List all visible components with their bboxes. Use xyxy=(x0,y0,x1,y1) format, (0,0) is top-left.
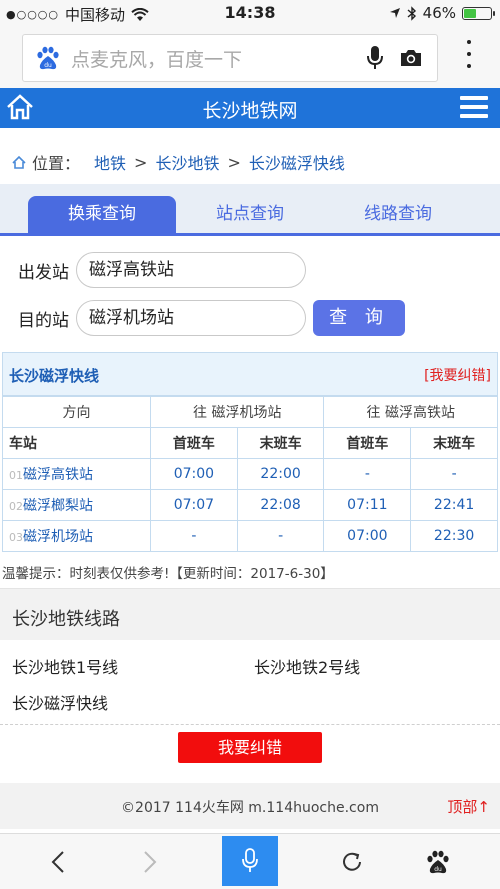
battery-fill xyxy=(464,8,476,18)
menu-icon[interactable] xyxy=(460,96,488,118)
station-cell: 02磁浮榔梨站 xyxy=(2,489,151,521)
site-header: 长沙地铁网 xyxy=(0,88,500,128)
browser-search-placeholder: 点麦克风，百度一下 xyxy=(71,48,243,71)
report-error-link[interactable]: [我要纠错] xyxy=(424,365,491,385)
station-column-label: 车站 xyxy=(2,427,151,459)
lines-section-header: 长沙地铁线路 xyxy=(0,588,500,640)
svg-text:du: du xyxy=(44,62,52,69)
breadcrumb-separator: > xyxy=(227,152,241,172)
battery-percent: 46% xyxy=(422,4,456,22)
voice-search-button[interactable] xyxy=(222,836,278,886)
time-cell: 22:30 xyxy=(410,520,498,552)
station-cell: 03磁浮机场站 xyxy=(2,520,151,552)
timetable-header: 长沙磁浮快线 [我要纠错] xyxy=(2,352,498,396)
forward-icon[interactable] xyxy=(132,844,168,880)
direction-to-airport: 往 磁浮机场站 xyxy=(149,396,325,428)
time-cell: 22:08 xyxy=(236,489,325,521)
time-cell: - xyxy=(323,458,412,490)
breadcrumb-label: 位置： xyxy=(32,154,81,173)
breadcrumb-link-subway[interactable]: 地铁 xyxy=(94,150,126,174)
direction-label: 方向 xyxy=(2,396,151,428)
copyright: ©2017 114火车网 m.114huoche.com xyxy=(121,800,379,816)
to-label: 目的站 xyxy=(18,310,69,331)
location-icon xyxy=(389,8,400,18)
back-to-top-link[interactable]: 顶部↑ xyxy=(447,796,490,817)
station-index: 02 xyxy=(9,500,23,513)
time-cell: - xyxy=(236,520,325,552)
more-options-icon[interactable] xyxy=(466,40,472,68)
query-tabs: 换乘查询 站点查询 线路查询 xyxy=(0,184,500,236)
lines-title: 长沙地铁线路 xyxy=(12,609,120,630)
from-row: 出发站 磁浮高铁站 xyxy=(18,252,306,288)
breadcrumb-link-changsha-subway[interactable]: 长沙地铁 xyxy=(155,150,219,174)
last-train-label: 末班车 xyxy=(236,427,325,459)
query-button[interactable]: 查 询 xyxy=(313,300,405,336)
last-train-label: 末班车 xyxy=(410,427,498,459)
from-station-input[interactable]: 磁浮高铁站 xyxy=(76,252,306,288)
station-link[interactable]: 磁浮高铁站 xyxy=(23,467,93,483)
table-row: 01磁浮高铁站 07:00 22:00 - - xyxy=(2,458,498,490)
station-index: 01 xyxy=(9,469,23,482)
camera-icon[interactable] xyxy=(399,48,423,68)
first-train-label: 首班车 xyxy=(323,427,412,459)
line-link-2[interactable]: 长沙地铁2号线 xyxy=(254,654,360,678)
timetable: 方向 往 磁浮机场站 往 磁浮高铁站 车站 首班车 末班车 首班车 末班车 01… xyxy=(2,396,498,552)
divider xyxy=(0,724,500,725)
battery-icon xyxy=(462,6,495,20)
column-header-row: 车站 首班车 末班车 首班车 末班车 xyxy=(2,427,498,459)
browser-search-box[interactable]: du 点麦克风，百度一下 xyxy=(22,34,438,82)
time-cell: 07:00 xyxy=(323,520,412,552)
tab-line-query[interactable]: 线路查询 xyxy=(324,196,472,234)
baidu-paw-icon[interactable]: du xyxy=(420,844,456,880)
direction-to-highspeed: 往 磁浮高铁站 xyxy=(323,396,498,428)
home-small-icon xyxy=(12,155,26,169)
time-cell: 07:07 xyxy=(150,489,238,521)
table-row: 02磁浮榔梨站 07:07 22:08 07:11 22:41 xyxy=(2,489,498,521)
microphone-icon[interactable] xyxy=(365,45,385,71)
direction-row: 方向 往 磁浮机场站 往 磁浮高铁站 xyxy=(2,396,498,428)
browser-toolbar: du xyxy=(0,833,500,889)
footer: ©2017 114火车网 m.114huoche.com 顶部↑ xyxy=(0,783,500,829)
time-cell: 22:41 xyxy=(410,489,498,521)
station-index: 03 xyxy=(9,531,23,544)
timetable-tip: 温馨提示：时刻表仅供参考!【更新时间：2017-6-30】 xyxy=(2,566,334,582)
time-cell: 07:11 xyxy=(323,489,412,521)
report-error-button[interactable]: 我要纠错 xyxy=(178,732,322,763)
tab-transfer-query[interactable]: 换乘查询 xyxy=(28,196,176,234)
bluetooth-icon xyxy=(407,5,416,21)
time-cell: 07:00 xyxy=(150,458,238,490)
table-row: 03磁浮机场站 - - 07:00 22:30 xyxy=(2,520,498,552)
back-icon[interactable] xyxy=(40,844,76,880)
breadcrumb-separator: > xyxy=(134,152,148,172)
to-row: 目的站 磁浮机场站 xyxy=(18,300,306,336)
line-link-1[interactable]: 长沙地铁1号线 xyxy=(12,654,118,678)
station-cell: 01磁浮高铁站 xyxy=(2,458,151,490)
time-cell: - xyxy=(150,520,238,552)
time-cell: - xyxy=(410,458,498,490)
browser-bar: du 点麦克风，百度一下 xyxy=(0,26,500,88)
breadcrumb: 位置： 地铁 > 长沙地铁 > 长沙磁浮快线 xyxy=(12,150,345,174)
first-train-label: 首班车 xyxy=(150,427,238,459)
station-link[interactable]: 磁浮榔梨站 xyxy=(23,498,93,514)
tab-station-query[interactable]: 站点查询 xyxy=(176,196,324,234)
status-right: 46% xyxy=(389,4,495,22)
timetable-title: 长沙磁浮快线 xyxy=(9,367,100,385)
from-label: 出发站 xyxy=(18,262,69,283)
refresh-icon[interactable] xyxy=(334,844,370,880)
svg-text:du: du xyxy=(434,866,442,873)
to-station-input[interactable]: 磁浮机场站 xyxy=(76,300,306,336)
microphone-icon xyxy=(242,848,258,872)
baidu-logo-icon: du xyxy=(35,45,61,71)
status-bar: ●○○○○ 中国移动 14:38 46% xyxy=(0,0,500,26)
breadcrumb-link-maglev[interactable]: 长沙磁浮快线 xyxy=(249,150,345,174)
time-cell: 22:00 xyxy=(236,458,325,490)
station-link[interactable]: 磁浮机场站 xyxy=(23,529,93,545)
line-link-maglev[interactable]: 长沙磁浮快线 xyxy=(12,690,108,714)
site-title: 长沙地铁网 xyxy=(202,100,298,122)
